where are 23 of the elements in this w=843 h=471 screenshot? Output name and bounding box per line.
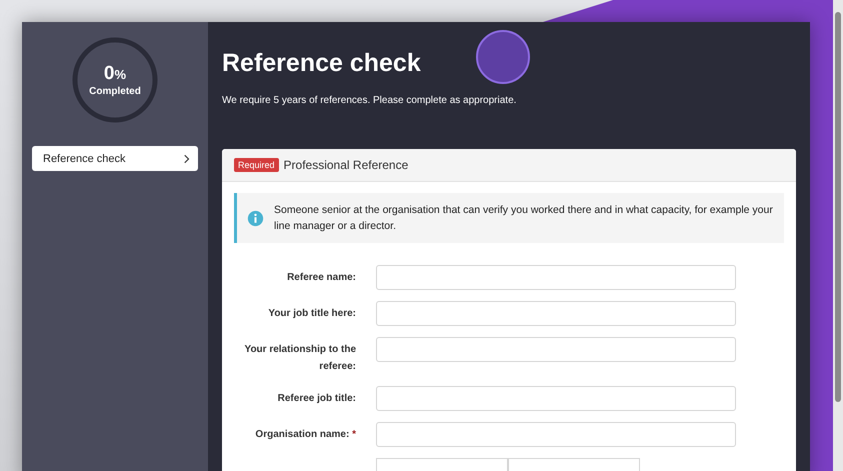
input-field[interactable] <box>376 337 736 362</box>
input-field[interactable] <box>376 386 736 411</box>
decorative-circle <box>476 30 530 84</box>
field-label: Your relationship to the referee: <box>244 343 356 374</box>
input-field[interactable] <box>376 301 736 326</box>
scrollbar[interactable] <box>833 0 843 471</box>
field-label: Referee job title: <box>276 392 356 406</box>
page-subtitle: We require 5 years of references. Please complete as appropriate. <box>222 95 518 106</box>
field-label: Your job title here: <box>267 307 356 321</box>
field-label: Referee name: <box>286 271 356 285</box>
required-badge: Required <box>234 158 279 172</box>
scrollbar-thumb[interactable] <box>835 12 841 402</box>
input-field[interactable] <box>376 422 736 447</box>
input-field[interactable] <box>376 265 736 290</box>
info-text: Someone senior at the organisation that can verify you worked there and in what capacity, for example your line manager or a director. <box>274 203 774 234</box>
card-title: Professional Reference <box>284 158 408 172</box>
field-label: Organisation name: * <box>254 428 356 442</box>
chevron-icon <box>184 154 190 164</box>
sidebar-item[interactable]: Reference check <box>32 146 198 171</box>
info-icon <box>247 210 264 226</box>
progress-percent: 0% <box>104 63 126 86</box>
page-title: Reference check <box>222 49 421 78</box>
progress-label: Completed <box>89 86 141 97</box>
